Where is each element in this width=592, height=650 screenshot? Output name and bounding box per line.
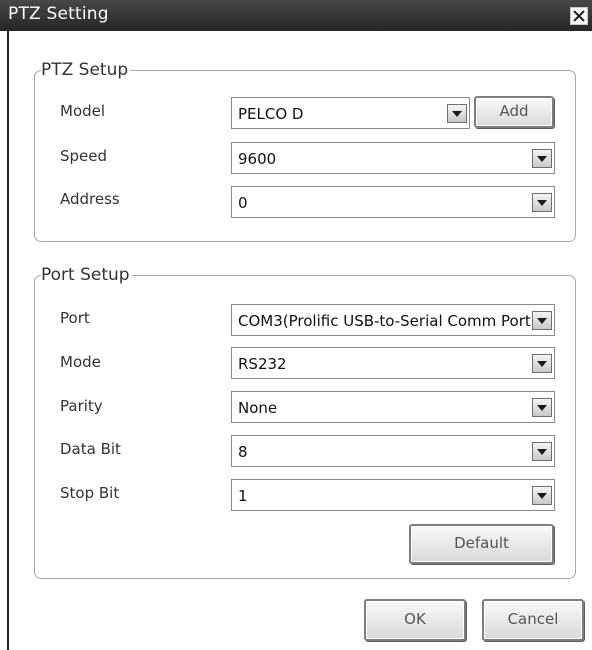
ptz-setup-legend: PTZ Setup [41, 60, 129, 80]
model-select[interactable]: PELCO D [231, 97, 470, 129]
mode-value: RS232 [238, 355, 287, 373]
stop-bit-select[interactable]: 1 [231, 479, 555, 511]
speed-select[interactable]: 9600 [231, 142, 555, 174]
stop-bit-label: Stop Bit [60, 484, 120, 502]
parity-label: Parity [60, 397, 103, 415]
close-icon[interactable] [570, 7, 588, 25]
ok-button[interactable]: OK [364, 599, 466, 641]
chevron-down-icon[interactable] [532, 311, 552, 330]
chevron-down-icon[interactable] [532, 193, 552, 212]
parity-select[interactable]: None [231, 391, 555, 423]
address-label: Address [60, 190, 120, 208]
title-bar: PTZ Setting [0, 0, 592, 31]
parity-value: None [238, 399, 278, 417]
ptz-setting-dialog: PTZ Setting PTZ Setup Model PELCO D Add … [0, 0, 592, 650]
chevron-down-icon[interactable] [532, 149, 552, 168]
port-select[interactable]: COM3(Prolific USB-to-Serial Comm Port) [231, 304, 555, 336]
data-bit-label: Data Bit [60, 440, 121, 458]
mode-label: Mode [60, 353, 101, 371]
port-label: Port [60, 309, 90, 327]
port-setup-legend: Port Setup [41, 265, 130, 285]
address-select[interactable]: 0 [231, 186, 555, 218]
chevron-down-icon[interactable] [447, 104, 467, 123]
default-button[interactable]: Default [409, 524, 554, 564]
speed-value: 9600 [238, 150, 277, 168]
mode-select[interactable]: RS232 [231, 347, 555, 379]
chevron-down-icon[interactable] [532, 354, 552, 373]
speed-label: Speed [60, 147, 108, 165]
data-bit-value: 8 [238, 443, 248, 461]
model-label: Model [60, 102, 106, 120]
window-border [7, 31, 9, 650]
chevron-down-icon[interactable] [532, 398, 552, 417]
dialog-title: PTZ Setting [8, 4, 109, 24]
stop-bit-value: 1 [238, 487, 248, 505]
chevron-down-icon[interactable] [532, 442, 552, 461]
cancel-button[interactable]: Cancel [482, 599, 584, 641]
port-value: COM3(Prolific USB-to-Serial Comm Port) [238, 312, 537, 330]
data-bit-select[interactable]: 8 [231, 435, 555, 467]
model-value: PELCO D [238, 105, 304, 123]
address-value: 0 [238, 194, 248, 212]
chevron-down-icon[interactable] [532, 486, 552, 505]
add-button[interactable]: Add [474, 96, 554, 128]
